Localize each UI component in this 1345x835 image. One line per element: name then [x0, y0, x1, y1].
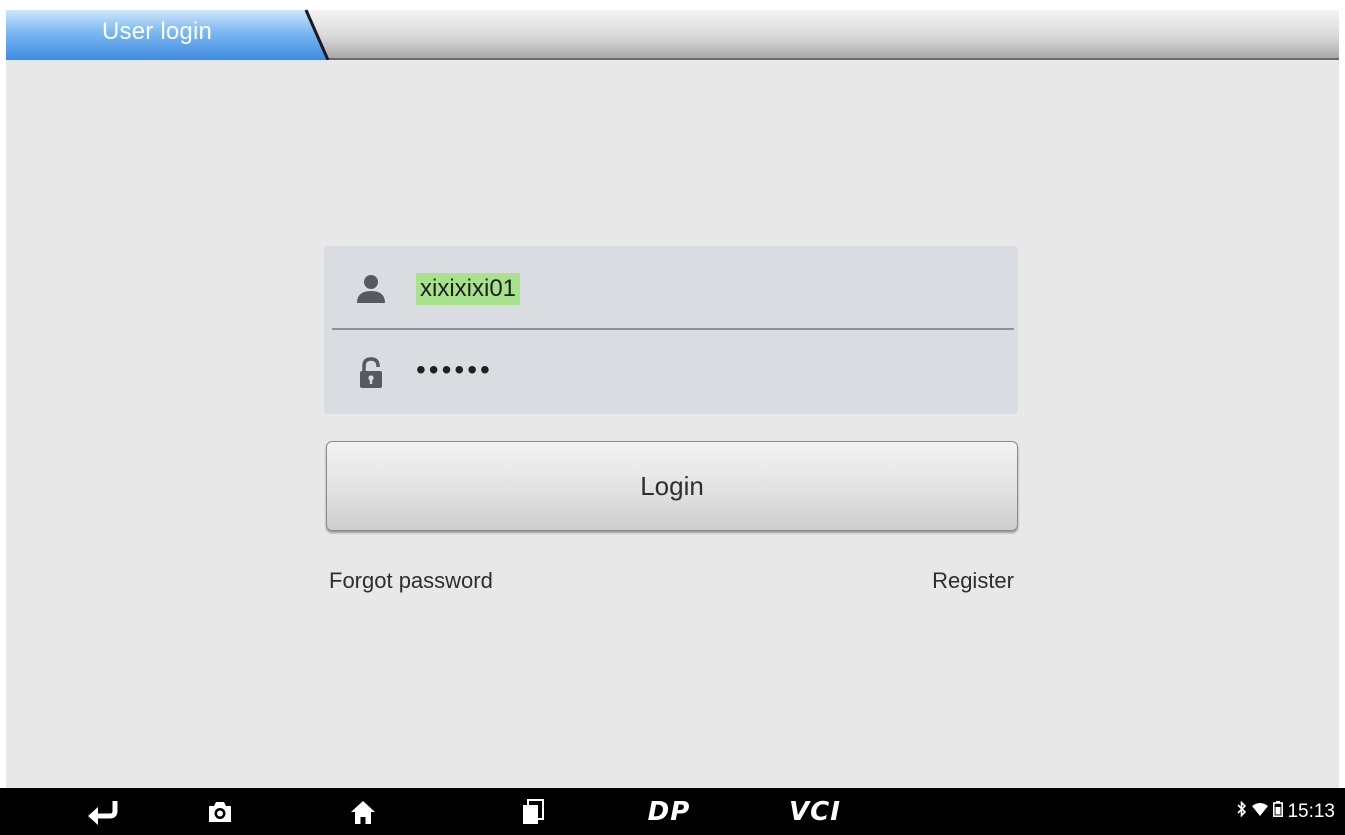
username-value: xixixixi01 [416, 273, 521, 305]
bottom-nav-bar: DP VCI 15:13 [0, 788, 1345, 835]
recent-apps-icon [523, 798, 544, 824]
status-area: 15:13 [1237, 788, 1335, 835]
back-button[interactable] [82, 788, 122, 835]
credentials-panel: xixixixi01 •••••• [324, 246, 1018, 414]
bluetooth-icon [1237, 800, 1247, 823]
camera-icon [209, 801, 231, 822]
password-value: •••••• [416, 354, 493, 385]
login-button[interactable]: Login [326, 441, 1018, 531]
home-icon [351, 800, 375, 824]
main-content: xixixixi01 •••••• Login Forgot password … [6, 60, 1339, 788]
forgot-password-link[interactable]: Forgot password [329, 568, 493, 594]
recent-apps-button[interactable] [513, 788, 553, 835]
vci-button[interactable]: VCI [780, 788, 850, 835]
dp-label: DP [647, 796, 691, 827]
password-field[interactable]: •••••• [324, 330, 1018, 414]
tab-user-login[interactable]: User login [6, 8, 334, 60]
screen: User login xixixixi01 •••••• Login Forgo… [0, 0, 1345, 835]
username-field[interactable]: xixixixi01 [324, 246, 1018, 330]
user-icon [354, 272, 388, 306]
tab-label: User login [102, 18, 213, 45]
back-arrow-icon [88, 800, 118, 825]
top-tab-bar: User login [6, 8, 1339, 60]
vci-label: VCI [789, 796, 841, 827]
home-button[interactable] [343, 788, 383, 835]
screenshot-button[interactable] [200, 788, 240, 835]
status-time: 15:13 [1287, 800, 1335, 822]
dp-button[interactable]: DP [634, 788, 704, 835]
padlock-icon [354, 356, 388, 390]
battery-icon [1273, 800, 1284, 823]
register-link[interactable]: Register [932, 568, 1014, 594]
wifi-icon [1251, 801, 1269, 823]
